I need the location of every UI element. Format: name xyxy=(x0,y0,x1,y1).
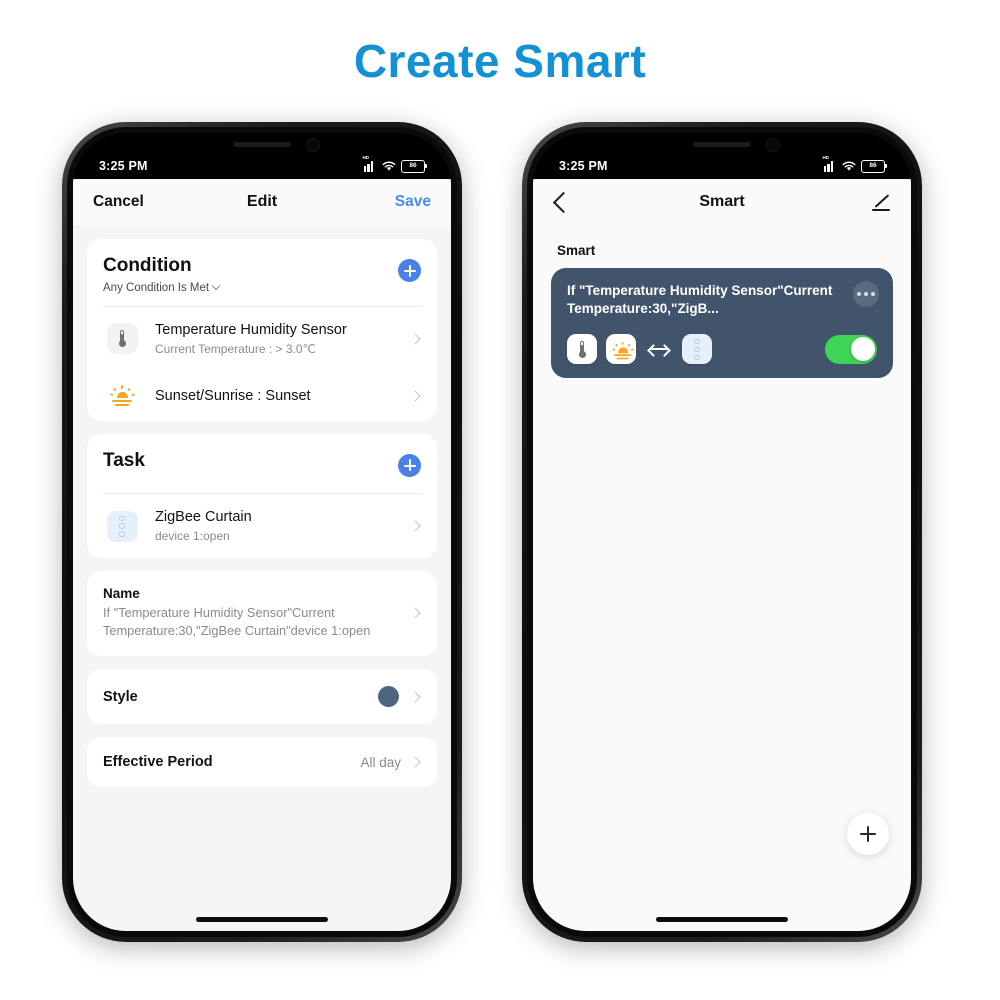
condition-subtitle-0: Current Temperature : > 3.0℃ xyxy=(155,341,316,356)
right-status-bar: 3:25 PM HD 86 xyxy=(533,155,911,177)
condition-row-temperature[interactable]: Temperature Humidity Sensor Current Temp… xyxy=(103,307,421,371)
page-header-title: Edit xyxy=(246,193,278,210)
earpiece-speaker xyxy=(233,142,291,147)
condition-title-0: Temperature Humidity Sensor xyxy=(155,321,347,338)
task-card: Task ZigBee Curtain device 1:open xyxy=(87,433,437,559)
effective-period-value: All day xyxy=(360,754,401,770)
condition-title-1: Sunset/Sunrise : Sunset xyxy=(155,387,311,404)
condition-mode-selector[interactable]: Any Condition Is Met xyxy=(103,281,221,294)
page-title: Create Smart xyxy=(353,35,647,87)
right-notch-area: 3:25 PM HD 86 xyxy=(533,133,911,179)
cancel-button[interactable]: Cancel xyxy=(93,193,153,211)
chevron-down-icon xyxy=(211,282,221,291)
right-phone-mockup: 3:25 PM HD 86 Smart Smart If "Temperatur… xyxy=(522,122,922,942)
chevron-right-icon xyxy=(409,333,421,345)
task-row-zigbee-curtain[interactable]: ZigBee Curtain device 1:open xyxy=(103,494,421,558)
chevron-right-icon xyxy=(409,390,421,402)
add-condition-button[interactable] xyxy=(398,259,421,282)
hd-label: HD xyxy=(362,154,369,160)
sunset-icon xyxy=(109,385,135,407)
condition-card: Condition Any Condition Is Met Temperatu… xyxy=(87,239,437,421)
smart-page-title: Smart xyxy=(699,193,745,210)
right-phone-screen: 3:25 PM HD 86 Smart Smart If "Temperatur… xyxy=(533,133,911,931)
left-scroll-area[interactable]: Condition Any Condition Is Met Temperatu… xyxy=(73,225,451,931)
effective-period-label: Effective Period xyxy=(103,754,213,771)
name-label: Name xyxy=(103,586,140,602)
smart-scene-toggle[interactable] xyxy=(825,334,877,364)
home-indicator xyxy=(196,917,328,922)
smart-scene-card[interactable]: If "Temperature Humidity Sensor"Current … xyxy=(551,268,893,379)
status-time: 3:25 PM xyxy=(99,159,148,173)
cellular-signal-icon: HD xyxy=(823,155,837,172)
task-subtitle-0: device 1:open xyxy=(155,529,230,544)
battery-level: 86 xyxy=(409,161,417,169)
effective-period-card[interactable]: Effective Period All day xyxy=(87,737,437,788)
toggle-knob xyxy=(850,337,875,362)
style-color-swatch[interactable] xyxy=(378,686,399,708)
left-notch-area: 3:25 PM HD 86 xyxy=(73,133,451,179)
wifi-icon xyxy=(382,160,396,171)
chevron-right-icon xyxy=(409,691,421,703)
battery-level: 86 xyxy=(869,161,877,169)
style-card[interactable]: Style xyxy=(87,669,437,725)
thermometer-icon xyxy=(567,334,597,365)
save-button[interactable]: Save xyxy=(371,193,431,211)
right-scroll-area[interactable]: Smart If "Temperature Humidity Sensor"Cu… xyxy=(533,225,911,931)
condition-mode-label: Any Condition Is Met xyxy=(103,281,210,294)
add-task-button[interactable] xyxy=(398,453,421,477)
left-phone-screen: 3:25 PM HD 86 Cancel Edit Save Condition… xyxy=(73,133,451,931)
right-navbar: Smart xyxy=(533,179,911,225)
smart-scene-text: If "Temperature Humidity Sensor"Current … xyxy=(567,283,833,317)
earpiece-speaker xyxy=(693,142,751,147)
left-status-bar: 3:25 PM HD 86 xyxy=(73,155,451,177)
more-options-icon[interactable] xyxy=(853,281,879,307)
condition-title: Condition xyxy=(103,255,192,276)
sunset-icon xyxy=(606,334,636,365)
left-navbar: Cancel Edit Save xyxy=(73,179,451,225)
left-app-body: Cancel Edit Save Condition Any Condition… xyxy=(73,179,451,931)
task-title-0: ZigBee Curtain xyxy=(155,508,252,525)
hd-label: HD xyxy=(822,154,829,160)
pencil-edit-icon[interactable] xyxy=(871,192,891,212)
front-camera xyxy=(306,138,320,152)
front-camera xyxy=(766,138,780,152)
condition-row-sunset[interactable]: Sunset/Sunrise : Sunset xyxy=(103,371,421,421)
style-label: Style xyxy=(103,688,138,705)
add-scene-fab[interactable] xyxy=(847,813,889,855)
battery-icon: 86 xyxy=(861,159,888,173)
battery-icon: 86 xyxy=(401,159,428,173)
right-app-body: Smart Smart If "Temperature Humidity Sen… xyxy=(533,179,911,931)
smart-section-label: Smart xyxy=(557,243,596,258)
task-title: Task xyxy=(103,449,145,471)
zigbee-curtain-icon xyxy=(682,334,712,365)
zigbee-curtain-icon xyxy=(106,510,138,542)
chevron-right-icon xyxy=(409,756,421,769)
left-phone-mockup: 3:25 PM HD 86 Cancel Edit Save Condition… xyxy=(62,122,462,942)
chevron-right-icon xyxy=(409,520,421,532)
double-arrow-icon xyxy=(647,343,671,357)
name-value: If "Temperature Humidity Sensor"Current … xyxy=(103,605,371,639)
status-time: 3:25 PM xyxy=(559,159,608,173)
name-card[interactable]: Name If "Temperature Humidity Sensor"Cur… xyxy=(87,571,437,657)
home-indicator xyxy=(656,917,788,922)
thermometer-icon xyxy=(106,323,138,355)
wifi-icon xyxy=(842,160,856,171)
chevron-right-icon xyxy=(409,607,421,619)
back-chevron-icon[interactable] xyxy=(552,191,575,213)
cellular-signal-icon: HD xyxy=(363,155,377,172)
